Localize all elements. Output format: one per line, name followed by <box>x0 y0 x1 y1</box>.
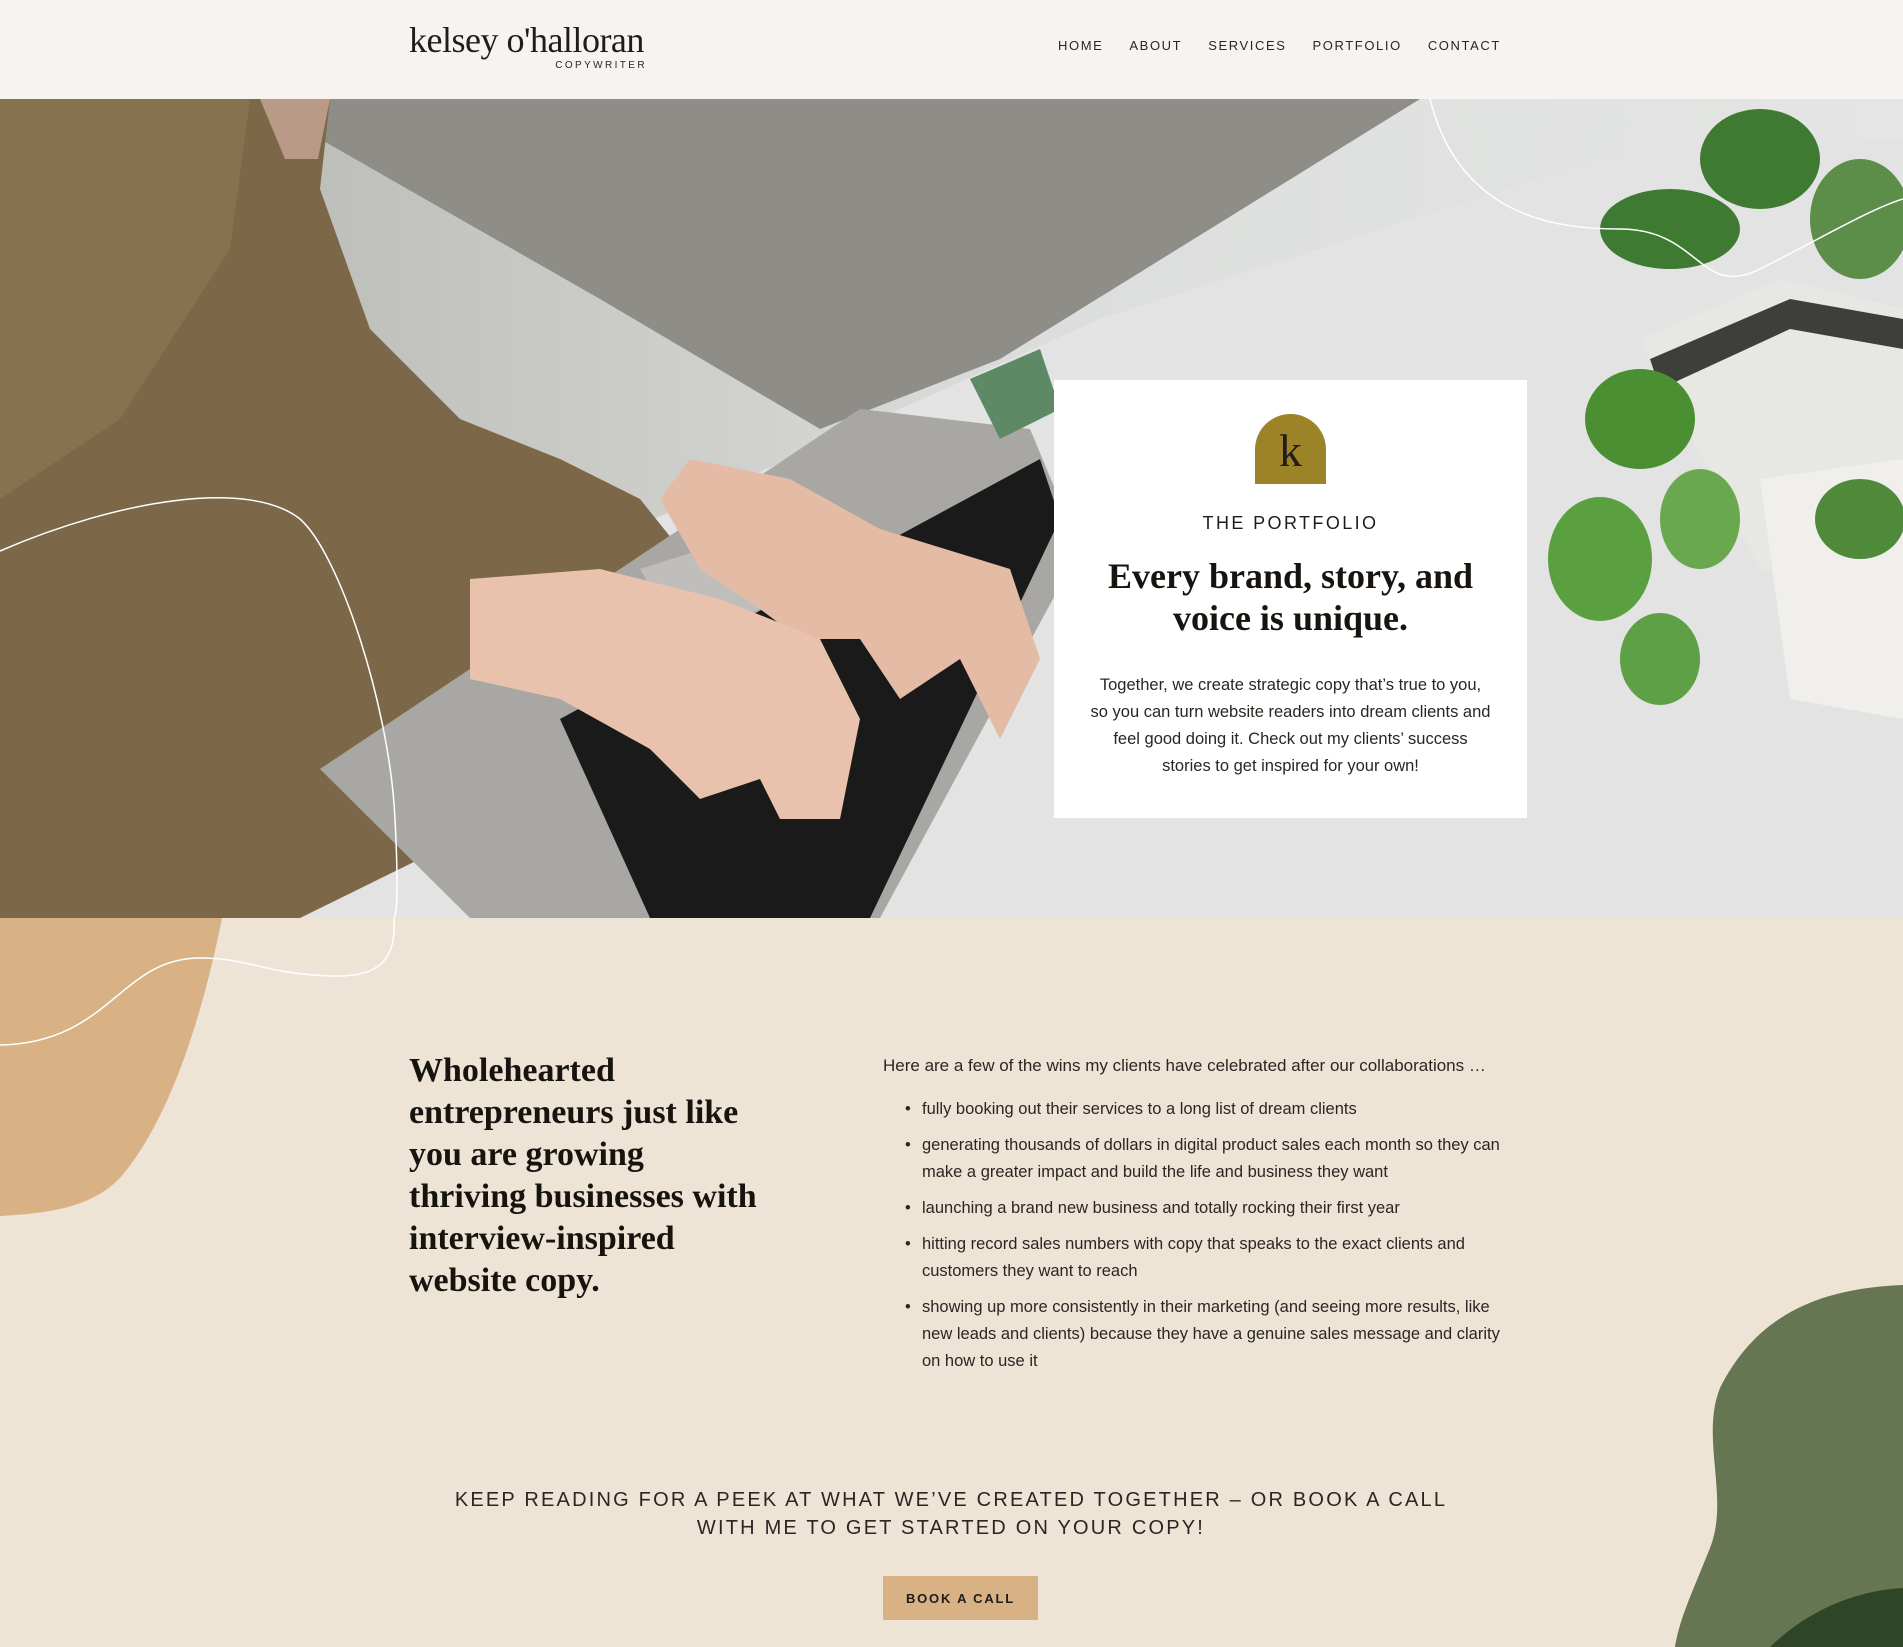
site-header: kelsey o'halloran COPYWRITER HOME ABOUT … <box>0 0 1903 99</box>
win-text: hitting record sales numbers with copy t… <box>922 1235 1465 1280</box>
nav-services[interactable]: SERVICES <box>1208 38 1286 53</box>
wins-heading: Wholehearted entrepreneurs just like you… <box>409 1052 757 1299</box>
wins-list: • fully booking out their services to a l… <box>905 1096 1515 1384</box>
win-text: showing up more consistently in their ma… <box>922 1298 1500 1370</box>
hero-title: Every brand, story, and voice is unique. <box>1107 556 1474 638</box>
portfolio-intro-card: k THE PORTFOLIO Every brand, story, and … <box>1054 380 1527 818</box>
logo[interactable]: kelsey o'halloran COPYWRITER <box>409 18 649 74</box>
bullet-icon: • <box>905 1298 911 1316</box>
badge-letter: k <box>1279 425 1302 476</box>
logo-name: kelsey o'halloran <box>409 20 644 60</box>
bullet-icon: • <box>905 1136 911 1154</box>
nav-portfolio[interactable]: PORTFOLIO <box>1313 38 1402 53</box>
win-text: launching a brand new business and total… <box>922 1199 1400 1217</box>
nav-about[interactable]: ABOUT <box>1129 38 1182 53</box>
list-item: • showing up more consistently in their m… <box>905 1294 1515 1375</box>
bullet-icon: • <box>905 1235 911 1253</box>
hero-section: k THE PORTFOLIO Every brand, story, and … <box>0 99 1903 918</box>
nav-home[interactable]: HOME <box>1058 38 1103 53</box>
hero-description: Together, we create strategic copy that’… <box>1090 676 1491 775</box>
k-logo-icon: k <box>1255 414 1326 484</box>
list-item: • launching a brand new business and tota… <box>905 1195 1515 1222</box>
book-a-call-button[interactable]: BOOK A CALL <box>883 1576 1038 1620</box>
portfolio-eyebrow: THE PORTFOLIO <box>1202 513 1379 533</box>
win-text: generating thousands of dollars in digit… <box>922 1136 1500 1181</box>
list-item: • fully booking out their services to a l… <box>905 1096 1515 1123</box>
main-nav: HOME ABOUT SERVICES PORTFOLIO CONTACT <box>1058 38 1501 53</box>
hero-image <box>0 99 1903 918</box>
cta-text: KEEP READING FOR A PEEK AT WHAT WE’VE CR… <box>454 1489 1448 1539</box>
bullet-icon: • <box>905 1199 911 1217</box>
bullet-icon: • <box>905 1100 911 1118</box>
list-item: • hitting record sales numbers with copy … <box>905 1231 1515 1285</box>
nav-contact[interactable]: CONTACT <box>1428 38 1501 53</box>
logo-tagline: COPYWRITER <box>555 60 647 71</box>
list-item: • generating thousands of dollars in digi… <box>905 1132 1515 1186</box>
wins-intro: Here are a few of the wins my clients ha… <box>883 1056 1486 1075</box>
win-text: fully booking out their services to a lo… <box>922 1100 1357 1118</box>
